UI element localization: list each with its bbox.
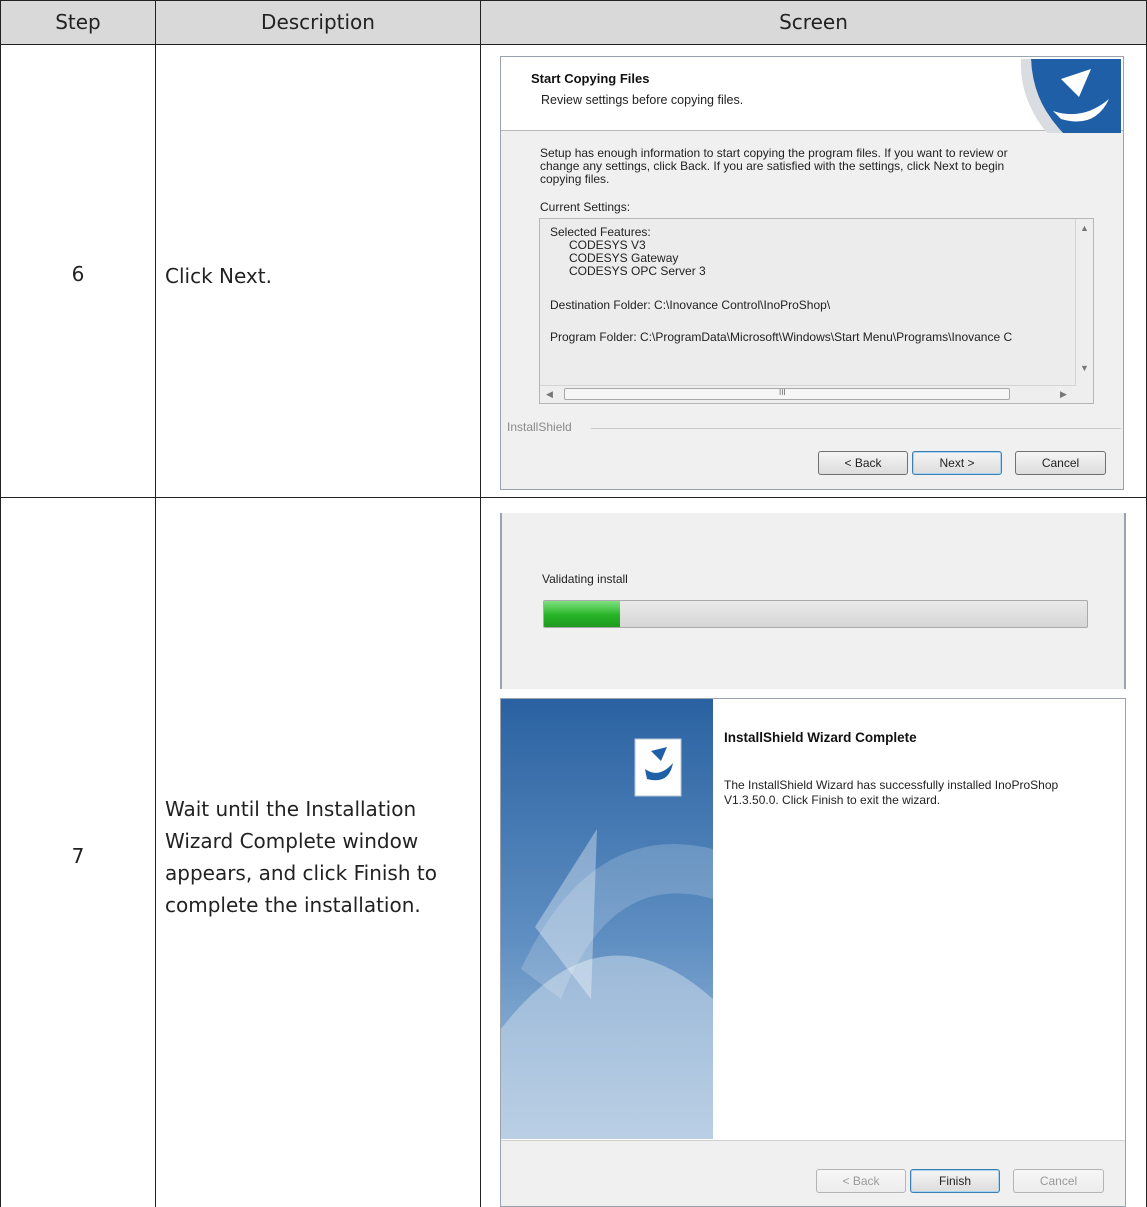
program-folder: Program Folder: C:\ProgramData\Microsoft… [550,330,1013,344]
grid-line [0,44,1147,45]
validating-install-dialog: Validating install [500,513,1126,689]
horizontal-scrollbar[interactable]: ◀ III ▶ [540,385,1076,403]
header-description: Description [261,10,375,34]
scroll-up-icon[interactable]: ▲ [1080,223,1089,233]
wizard-complete-title: InstallShield Wizard Complete [724,730,917,745]
step-description: Wait until the Installation Wizard Compl… [165,793,437,921]
install-progress-bar [543,600,1088,628]
dialog-instructions: Setup has enough information to start co… [540,147,1100,186]
instruction-line: copying files. [540,172,610,186]
description-line: Wait until the Installation [165,797,417,821]
message-line: The InstallShield Wizard has successfull… [724,778,1059,792]
install-status-text: Validating install [542,572,628,586]
thumb-grip-icon: III [779,388,786,397]
current-settings-box[interactable]: Selected Features: CODESYS V3 CODESYS Ga… [539,218,1094,404]
step-description: Click Next. [165,264,272,288]
header-screen: Screen [779,10,848,34]
dialog-subtitle: Review settings before copying files. [541,93,744,107]
feature-item: CODESYS V3 [569,238,646,252]
wizard-side-graphic [501,699,713,1139]
scroll-left-icon[interactable]: ◀ [546,389,553,400]
description-line: complete the installation. [165,893,421,917]
cancel-button[interactable]: Cancel [1013,1169,1104,1193]
finish-button[interactable]: Finish [910,1169,1000,1193]
message-line: V1.3.50.0. Click Finish to exit the wiza… [724,793,941,807]
instruction-line: change any settings, click Back. If you … [540,159,1005,173]
start-copying-files-dialog: Start Copying Files Review settings befo… [500,56,1124,490]
wizard-button-bar: < Back Finish Cancel [501,1140,1125,1206]
installshield-logo-icon [1020,59,1121,133]
feature-item: CODESYS OPC Server 3 [569,264,706,278]
step-number: 6 [71,262,85,286]
description-line: Wizard Complete window [165,829,419,853]
scroll-right-icon[interactable]: ▶ [1060,389,1067,400]
grid-line [0,0,1147,1]
feature-item: CODESYS Gateway [569,251,679,265]
wizard-complete-dialog: InstallShield Wizard Complete The Instal… [500,698,1126,1207]
next-button[interactable]: Next > [912,451,1002,475]
grid-line [0,0,1,1207]
grid-line [0,497,1147,498]
wizard-complete-message: The InstallShield Wizard has successfull… [724,778,1104,808]
dialog-title: Start Copying Files [531,71,650,86]
step-number: 7 [71,844,85,868]
description-line: appears, and click Finish to [165,861,437,885]
brand-divider [591,428,1121,429]
scrollbar-thumb[interactable]: III [564,388,1010,400]
back-button[interactable]: < Back [818,451,908,475]
current-settings-label: Current Settings: [540,200,631,214]
progress-fill [544,601,621,627]
cancel-button[interactable]: Cancel [1015,451,1106,475]
destination-folder: Destination Folder: C:\Inovance Control\… [550,298,831,312]
grid-line [480,0,481,1207]
header-step: Step [55,10,101,34]
scroll-down-icon[interactable]: ▼ [1080,363,1089,373]
vertical-scrollbar[interactable]: ▲ ▼ [1075,219,1093,403]
grid-line [155,0,156,1207]
installshield-brand-label: InstallShield [507,420,572,434]
back-button[interactable]: < Back [816,1169,906,1193]
selected-features-label: Selected Features: [550,225,651,239]
